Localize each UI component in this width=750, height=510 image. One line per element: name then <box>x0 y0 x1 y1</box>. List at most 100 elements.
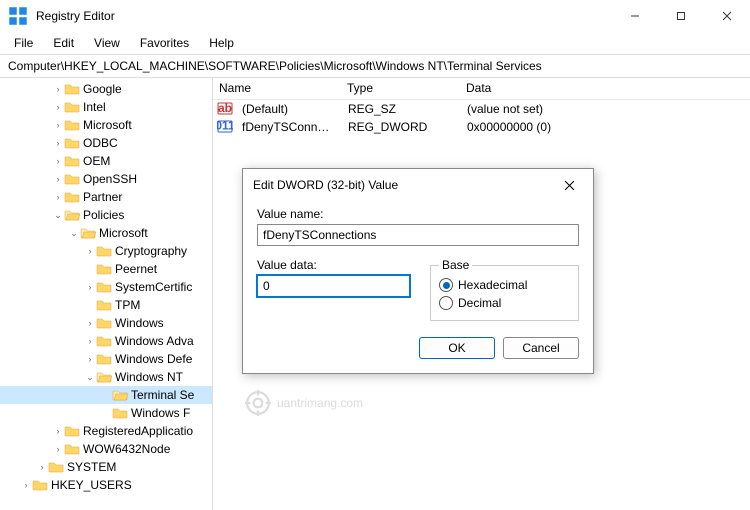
list-row[interactable]: ab(Default)REG_SZ(value not set) <box>213 100 750 118</box>
value-name-input[interactable] <box>257 224 579 246</box>
tree-item[interactable]: › OpenSSH <box>0 170 212 188</box>
tree-item-label: TPM <box>115 298 140 312</box>
chevron-right-icon[interactable]: › <box>84 354 96 364</box>
chevron-right-icon[interactable]: › <box>52 192 64 202</box>
tree-item[interactable]: › Windows <box>0 314 212 332</box>
tree-item-label: Google <box>83 82 122 96</box>
chevron-right-icon[interactable]: › <box>20 480 32 490</box>
chevron-right-icon[interactable]: › <box>52 444 64 454</box>
menu-help[interactable]: Help <box>201 34 242 52</box>
col-name[interactable]: Name <box>213 78 341 99</box>
radio-dot-icon <box>439 278 453 292</box>
list-row[interactable]: 011fDenyTSConnec...REG_DWORD0x00000000 (… <box>213 118 750 136</box>
tree-item-label: Windows F <box>131 406 190 420</box>
dialog-title-text: Edit DWORD (32-bit) Value <box>253 178 555 192</box>
cell-type: REG_DWORD <box>342 120 461 134</box>
list-rows: ab(Default)REG_SZ(value not set)011fDeny… <box>213 100 750 136</box>
tree-item-label: OEM <box>83 154 110 168</box>
chevron-right-icon[interactable]: › <box>52 174 64 184</box>
tree-item[interactable]: › Intel <box>0 98 212 116</box>
chevron-right-icon[interactable]: › <box>84 318 96 328</box>
window-controls <box>612 0 750 32</box>
radio-hexadecimal[interactable]: Hexadecimal <box>439 276 570 294</box>
chevron-right-icon[interactable]: › <box>84 336 96 346</box>
cell-data: (value not set) <box>461 102 549 116</box>
chevron-right-icon[interactable]: › <box>52 102 64 112</box>
tree-item[interactable]: › HKEY_USERS <box>0 476 212 494</box>
col-data[interactable]: Data <box>460 78 750 99</box>
tree-item-label: SYSTEM <box>67 460 116 474</box>
tree-item[interactable]: › Google <box>0 80 212 98</box>
cell-type: REG_SZ <box>342 102 461 116</box>
tree-item[interactable]: › SYSTEM <box>0 458 212 476</box>
value-name-label: Value name: <box>257 207 579 221</box>
tree-item[interactable]: › ODBC <box>0 134 212 152</box>
tree-item[interactable]: ›Windows Adva <box>0 332 212 350</box>
dialog-body: Value name: Value data: Base Hexadecimal… <box>243 201 593 373</box>
minimize-button[interactable] <box>612 0 658 32</box>
tree-item[interactable]: Terminal Se <box>0 386 212 404</box>
tree-item-label: ODBC <box>83 136 118 150</box>
chevron-right-icon[interactable]: › <box>52 156 64 166</box>
chevron-right-icon[interactable]: › <box>52 426 64 436</box>
app-icon <box>8 6 28 26</box>
address-path: \HKEY_LOCAL_MACHINE\SOFTWARE\Policies\Mi… <box>61 59 742 73</box>
cell-name: (Default) <box>236 102 342 116</box>
tree-item[interactable]: › Windows Defe <box>0 350 212 368</box>
svg-text:011: 011 <box>217 118 233 132</box>
close-button[interactable] <box>704 0 750 32</box>
value-data-input[interactable] <box>257 275 410 297</box>
value-data-label: Value data: <box>257 258 410 272</box>
menu-favorites[interactable]: Favorites <box>132 34 197 52</box>
address-bar[interactable]: Computer \HKEY_LOCAL_MACHINE\SOFTWARE\Po… <box>0 54 750 78</box>
tree-pane[interactable]: ›Google›Intel›Microsoft›ODBC›OEM›OpenSSH… <box>0 78 213 510</box>
dialog-buttons: OK Cancel <box>257 337 579 359</box>
cancel-button[interactable]: Cancel <box>503 337 579 359</box>
chevron-down-icon[interactable]: ⌄ <box>84 372 96 383</box>
tree-item[interactable]: Windows F <box>0 404 212 422</box>
tree-item-label: HKEY_USERS <box>51 478 132 492</box>
maximize-button[interactable] <box>658 0 704 32</box>
chevron-right-icon[interactable]: › <box>84 246 96 256</box>
tree-item[interactable]: › OEM <box>0 152 212 170</box>
chevron-right-icon[interactable]: › <box>36 462 48 472</box>
menu-file[interactable]: File <box>6 34 41 52</box>
menu-edit[interactable]: Edit <box>45 34 82 52</box>
ok-button[interactable]: OK <box>419 337 495 359</box>
tree-item-label: OpenSSH <box>83 172 137 186</box>
radio-hex-label: Hexadecimal <box>458 278 527 292</box>
tree-item[interactable]: › Cryptography <box>0 242 212 260</box>
tree-item[interactable]: Peernet <box>0 260 212 278</box>
tree-item-label: Cryptography <box>115 244 187 258</box>
dialog-close-button[interactable] <box>555 171 583 199</box>
tree-item-label: Windows NT <box>115 370 183 384</box>
menu-view[interactable]: View <box>86 34 128 52</box>
col-type[interactable]: Type <box>341 78 460 99</box>
tree-item-label: Windows <box>115 316 164 330</box>
tree-item[interactable]: ›WOW6432Node <box>0 440 212 458</box>
tree-item[interactable]: ⌄Policies <box>0 206 212 224</box>
dialog-titlebar[interactable]: Edit DWORD (32-bit) Value <box>243 169 593 201</box>
list-header: Name Type Data <box>213 78 750 100</box>
tree-item[interactable]: › RegisteredApplicatio <box>0 422 212 440</box>
tree-item-label: Intel <box>83 100 106 114</box>
tree-item-label: Windows Defe <box>115 352 192 366</box>
tree-item[interactable]: ›Microsoft <box>0 116 212 134</box>
chevron-right-icon[interactable]: › <box>52 138 64 148</box>
tree-item-label: RegisteredApplicatio <box>83 424 193 438</box>
tree-item[interactable]: ›SystemCertific <box>0 278 212 296</box>
chevron-right-icon[interactable]: › <box>52 120 64 130</box>
tree-item[interactable]: ⌄ Microsoft <box>0 224 212 242</box>
chevron-right-icon[interactable]: › <box>84 282 96 292</box>
tree-item[interactable]: TPM <box>0 296 212 314</box>
chevron-right-icon[interactable]: › <box>52 84 64 94</box>
window-title: Registry Editor <box>36 9 612 23</box>
radio-decimal[interactable]: Decimal <box>439 294 570 312</box>
tree-item[interactable]: › Partner <box>0 188 212 206</box>
tree-item-label: Microsoft <box>99 226 148 240</box>
chevron-down-icon[interactable]: ⌄ <box>52 210 64 221</box>
chevron-down-icon[interactable]: ⌄ <box>68 228 80 239</box>
tree-item[interactable]: ⌄ Windows NT <box>0 368 212 386</box>
address-label: Computer <box>8 59 61 73</box>
tree-item-label: Partner <box>83 190 122 204</box>
